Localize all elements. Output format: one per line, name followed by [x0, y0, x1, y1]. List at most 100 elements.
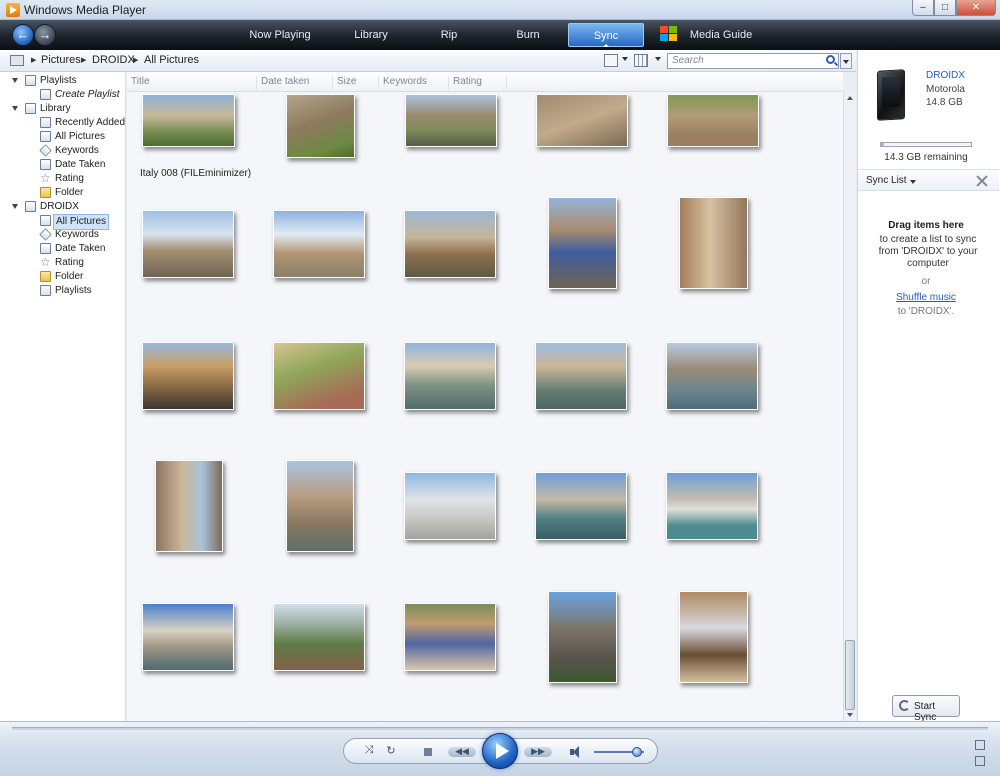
stop-button[interactable] — [424, 748, 432, 756]
photo-thumbnail[interactable] — [535, 342, 627, 410]
tree-playlists[interactable]: Playlists — [0, 74, 124, 88]
tree-library-all-pictures[interactable]: All Pictures — [0, 130, 124, 144]
photo-thumbnail[interactable] — [548, 591, 617, 683]
photo-thumbnail[interactable] — [273, 342, 365, 410]
photo-thumbnail[interactable] — [666, 472, 758, 540]
volume-slider-knob[interactable] — [631, 747, 642, 757]
scrollbar-thumb[interactable] — [845, 640, 855, 710]
photo-thumbnail[interactable] — [405, 94, 497, 147]
photo-thumbnail[interactable] — [404, 603, 496, 671]
photo-thumbnail[interactable] — [142, 603, 234, 671]
tree-droidx-playlists[interactable]: Playlists — [0, 284, 124, 298]
photo-thumbnail[interactable] — [535, 472, 627, 540]
tab-sync[interactable]: Sync — [568, 23, 644, 47]
photo-thumbnail[interactable] — [142, 342, 234, 410]
tree-droidx[interactable]: DROIDX — [0, 200, 124, 214]
photo-thumbnail[interactable] — [142, 94, 235, 147]
tree-library-folder[interactable]: Folder — [0, 186, 124, 200]
to-device-label: to 'DROIDX'. — [897, 306, 955, 317]
layout-options-icon[interactable] — [604, 54, 618, 67]
tree-library-rating[interactable]: ☆ Rating — [0, 171, 124, 186]
photo-thumbnail[interactable] — [155, 460, 223, 552]
tree-label: Keywords — [55, 145, 99, 156]
tree-library-date-taken[interactable]: Date Taken — [0, 158, 124, 172]
play-button[interactable] — [482, 733, 518, 769]
maximize-button[interactable]: □ — [934, 0, 956, 16]
column-size[interactable]: Size — [333, 76, 379, 90]
layout-options-dropdown-icon[interactable] — [622, 57, 628, 61]
collapse-arrow-icon[interactable] — [12, 78, 18, 83]
tree-droidx-rating[interactable]: ☆ Rating — [0, 255, 124, 270]
start-sync-button[interactable]: Start Sync — [892, 695, 960, 723]
photo-thumbnail[interactable] — [286, 94, 355, 158]
chevron-down-icon[interactable] — [910, 180, 916, 184]
collapse-arrow-icon[interactable] — [12, 106, 18, 111]
vertical-scrollbar[interactable] — [843, 92, 856, 721]
folder-icon — [40, 271, 51, 282]
seek-bar[interactable] — [12, 727, 988, 730]
photo-thumbnail[interactable] — [536, 94, 628, 147]
sync-pane: DROIDX Motorola 14.8 GB 14.3 GB remainin… — [857, 50, 1000, 723]
photo-thumbnail[interactable] — [286, 460, 354, 552]
scroll-up-icon[interactable] — [847, 96, 853, 100]
photo-thumbnail[interactable] — [666, 342, 758, 410]
space-remaining: 14.3 GB remaining — [884, 152, 968, 163]
device-name[interactable]: DROIDX — [926, 70, 965, 81]
tab-now-playing[interactable]: Now Playing — [246, 23, 314, 47]
repeat-icon[interactable]: ↻ — [384, 744, 398, 758]
switch-to-full-screen-icon[interactable] — [975, 740, 985, 750]
tab-media-guide[interactable]: Media Guide — [688, 23, 754, 47]
tree-library-recently-added[interactable]: Recently Added — [0, 116, 125, 130]
tree-droidx-date-taken[interactable]: Date Taken — [0, 242, 124, 256]
clear-list-icon[interactable] — [975, 174, 989, 188]
photo-thumbnail[interactable] — [679, 197, 748, 289]
switch-to-now-playing-icon[interactable] — [975, 756, 985, 766]
breadcrumb-pictures[interactable]: Pictures — [41, 54, 81, 66]
column-date-taken[interactable]: Date taken — [257, 76, 333, 90]
tree-library[interactable]: Library — [0, 102, 124, 116]
column-rating[interactable]: Rating — [449, 76, 507, 90]
tree-droidx-folder[interactable]: Folder — [0, 270, 124, 284]
tab-rip[interactable]: Rip — [430, 23, 468, 47]
volume-icon[interactable] — [570, 746, 582, 758]
breadcrumb-droidx[interactable]: DROIDX — [92, 54, 135, 66]
column-keywords[interactable]: Keywords — [379, 76, 449, 90]
folder-icon — [40, 187, 51, 198]
forward-button[interactable]: → — [34, 24, 56, 46]
device-icon — [25, 201, 36, 212]
photo-thumbnail[interactable] — [667, 94, 759, 147]
column-title[interactable]: Title — [127, 76, 257, 90]
photo-thumbnail[interactable] — [404, 210, 496, 278]
device-maker: Motorola — [926, 84, 965, 95]
photo-thumbnail[interactable] — [679, 591, 748, 683]
shuffle-icon[interactable]: ⤨ — [362, 744, 376, 758]
minimize-button[interactable]: – — [912, 0, 934, 16]
photo-thumbnail[interactable] — [273, 603, 365, 671]
photo-thumbnail[interactable] — [273, 210, 365, 278]
sync-list-button[interactable]: Sync List — [866, 175, 907, 186]
tree-label: Keywords — [55, 229, 99, 240]
photo-thumbnail[interactable] — [142, 210, 234, 278]
search-input[interactable]: Search — [667, 53, 839, 69]
tree-library-keywords[interactable]: Keywords — [0, 144, 124, 158]
collapse-arrow-icon[interactable] — [12, 204, 18, 209]
search-icon[interactable] — [826, 55, 835, 64]
search-dropdown-button[interactable] — [840, 53, 852, 69]
scroll-down-icon[interactable] — [847, 713, 853, 717]
close-button[interactable]: ✕ — [956, 0, 996, 16]
tree-create-playlist[interactable]: Create Playlist — [0, 88, 124, 102]
tree-droidx-keywords[interactable]: Keywords — [0, 228, 124, 242]
photo-thumbnail[interactable] — [404, 472, 496, 540]
app-icon — [6, 3, 20, 17]
tab-library[interactable]: Library — [340, 23, 402, 47]
tree-droidx-all-pictures[interactable]: All Pictures — [0, 214, 124, 230]
back-button[interactable]: ← — [12, 24, 34, 46]
view-options-icon[interactable] — [634, 54, 648, 67]
shuffle-music-link[interactable]: Shuffle music — [858, 292, 994, 303]
photo-thumbnail[interactable] — [404, 342, 496, 410]
tree-label: Folder — [55, 187, 84, 198]
breadcrumb-all-pictures[interactable]: All Pictures — [144, 54, 199, 66]
view-options-dropdown-icon[interactable] — [655, 57, 661, 61]
tab-burn[interactable]: Burn — [508, 23, 548, 47]
photo-thumbnail[interactable] — [548, 197, 617, 289]
